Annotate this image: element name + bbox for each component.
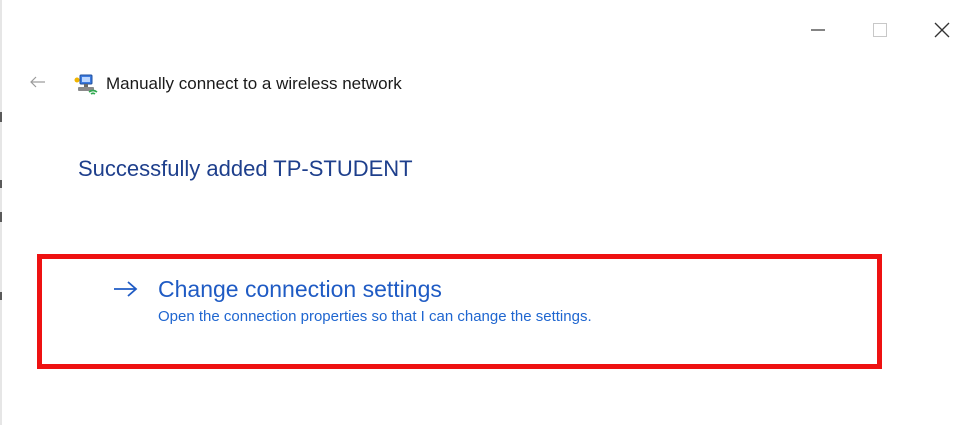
back-arrow-icon bbox=[30, 75, 46, 93]
command-link-note: Open the connection properties so that I… bbox=[158, 308, 592, 325]
close-icon bbox=[934, 22, 950, 38]
command-link-text: Change connection settings Open the conn… bbox=[158, 272, 592, 325]
dialog-header: Manually connect to a wireless network bbox=[28, 68, 402, 100]
edge-marker bbox=[0, 212, 2, 222]
minimize-button[interactable] bbox=[787, 0, 849, 60]
main-instruction: Successfully added TP-STUDENT bbox=[78, 156, 413, 181]
maximize-icon bbox=[873, 23, 887, 37]
close-button[interactable] bbox=[911, 0, 973, 60]
arrow-right-icon bbox=[112, 272, 146, 306]
wireless-network-icon bbox=[74, 72, 98, 96]
edge-marker bbox=[0, 180, 2, 188]
back-button[interactable] bbox=[28, 74, 48, 94]
wireless-connect-dialog: Manually connect to a wireless network S… bbox=[0, 0, 973, 425]
edge-marker bbox=[0, 292, 2, 300]
change-connection-settings-link[interactable]: Change connection settings Open the conn… bbox=[112, 272, 592, 325]
edge-marker bbox=[0, 112, 2, 122]
minimize-icon bbox=[811, 23, 825, 37]
dialog-title: Manually connect to a wireless network bbox=[106, 74, 402, 93]
command-link-title: Change connection settings bbox=[158, 276, 442, 302]
window-controls bbox=[787, 0, 973, 60]
maximize-button[interactable] bbox=[849, 0, 911, 60]
